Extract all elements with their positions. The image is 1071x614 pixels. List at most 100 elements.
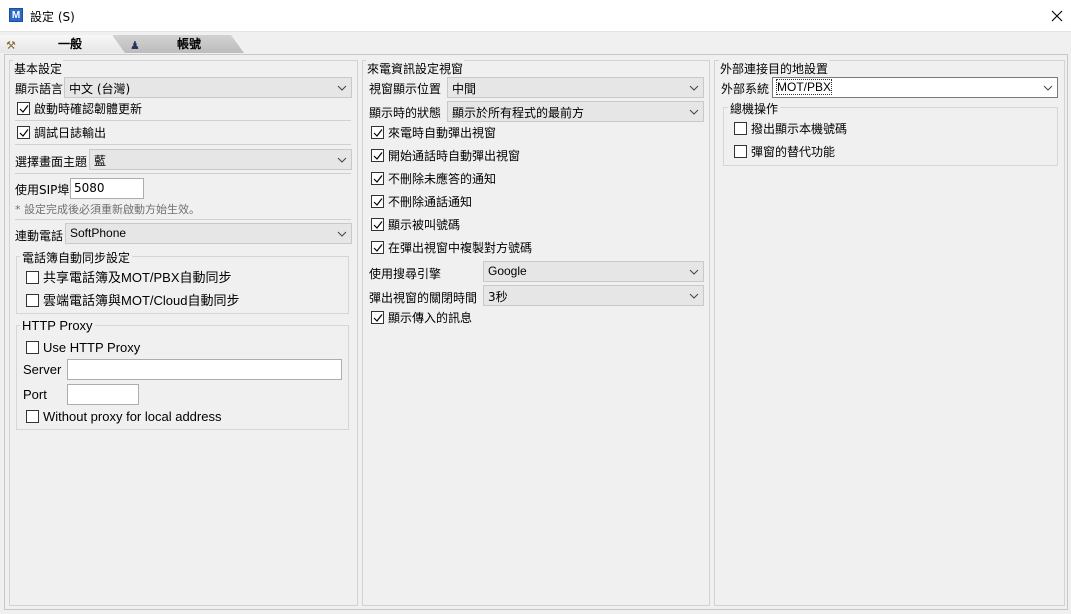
display-state-select[interactable]: 顯示於所有程式的最前方 — [447, 101, 704, 122]
check-icon — [373, 175, 383, 183]
title-bar: M 設定 (S) — [0, 0, 1071, 32]
language-value: 中文 (台灣) — [69, 82, 131, 96]
theme-select[interactable]: 藍 — [89, 149, 352, 170]
tab-general[interactable]: ⚒ 一般 — [0, 35, 125, 53]
popup-alternative-checkbox[interactable]: 彈窗的替代功能 — [734, 143, 984, 161]
close-time-value: 3秒 — [488, 290, 508, 304]
divider — [15, 173, 351, 174]
external-system-select[interactable]: MOT/PBX — [772, 77, 1058, 98]
sip-note: * 設定完成後必須重新啟動方始生效。 — [15, 203, 200, 216]
window-position-select[interactable]: 中間 — [447, 77, 704, 98]
checkbox-box — [371, 241, 384, 254]
chevron-down-icon — [689, 85, 699, 91]
checkbox-box — [26, 294, 39, 307]
chevron-down-icon — [689, 293, 699, 299]
search-engine-label: 使用搜尋引擎 — [369, 267, 442, 281]
search-engine-select[interactable]: Google — [483, 261, 704, 282]
link-phone-label: 連動電話 — [15, 229, 64, 243]
external-system-value: MOT/PBX — [775, 79, 833, 95]
keep-call-notice-checkbox[interactable]: 不刪除通話通知 — [371, 193, 671, 211]
copy-caller-number-checkbox[interactable]: 在彈出視窗中複製對方號碼 — [371, 239, 671, 257]
port-input[interactable] — [67, 384, 139, 405]
close-time-select[interactable]: 3秒 — [483, 285, 704, 306]
option-label: 顯示被叫號碼 — [388, 218, 461, 232]
chevron-down-icon — [337, 85, 347, 91]
checkbox-box — [17, 102, 30, 115]
tab-general-label: 一般 — [58, 37, 83, 51]
checkbox-box — [371, 172, 384, 185]
check-icon — [373, 129, 383, 137]
search-engine-value: Google — [488, 264, 527, 278]
checkbox-box — [26, 271, 39, 284]
use-http-proxy-checkbox[interactable]: Use HTTP Proxy — [26, 339, 226, 357]
tab-account[interactable]: ♟ 帳號 — [113, 35, 244, 53]
show-incoming-message-label: 顯示傳入的訊息 — [388, 311, 473, 325]
show-local-number-checkbox[interactable]: 撥出顯示本機號碼 — [734, 120, 984, 138]
link-phone-value: SoftPhone — [70, 226, 127, 240]
debug-log-checkbox[interactable]: 調試日誌輸出 — [17, 124, 217, 142]
option-label: 開始通話時自動彈出視窗 — [388, 149, 521, 163]
without-proxy-checkbox[interactable]: Without proxy for local address — [26, 408, 326, 426]
language-label: 顯示語言 — [15, 82, 64, 96]
window-position-label: 視窗顯示位置 — [369, 82, 442, 96]
display-state-label: 顯示時的狀態 — [369, 106, 442, 120]
checkbox-box — [371, 218, 384, 231]
tools-icon: ⚒ — [6, 39, 16, 52]
checkbox-box — [17, 126, 30, 139]
show-incoming-message-checkbox[interactable]: 顯示傳入的訊息 — [371, 309, 671, 327]
check-icon — [373, 152, 383, 160]
close-icon — [1051, 10, 1063, 22]
link-phone-select[interactable]: SoftPhone — [65, 223, 352, 244]
keep-missed-notice-checkbox[interactable]: 不刪除未應答的通知 — [371, 170, 671, 188]
server-label: Server — [23, 362, 62, 377]
sip-port-input[interactable]: 5080 — [70, 178, 144, 199]
basic-settings-title: 基本設定 — [13, 60, 64, 77]
chevron-down-icon — [689, 269, 699, 275]
server-input[interactable] — [67, 359, 342, 380]
sip-port-label: 使用SIP埠 — [15, 183, 70, 197]
check-icon — [373, 314, 383, 322]
without-proxy-label: Without proxy for local address — [43, 409, 222, 424]
checkbox-box — [734, 145, 747, 158]
external-system-label: 外部系統 — [721, 82, 770, 96]
http-proxy-title: HTTP Proxy — [20, 318, 95, 333]
close-button[interactable] — [1043, 0, 1071, 32]
show-called-number-checkbox[interactable]: 顯示被叫號碼 — [371, 216, 671, 234]
popup-alternative-label: 彈窗的替代功能 — [751, 145, 836, 159]
window-position-value: 中間 — [452, 82, 477, 96]
checkbox-box — [371, 126, 384, 139]
tab-strip: ♟ 帳號 ⚒ 一般 — [0, 33, 1071, 53]
show-local-number-label: 撥出顯示本機號碼 — [751, 122, 848, 136]
close-time-label: 彈出視窗的關閉時間 — [369, 291, 478, 305]
check-icon — [19, 105, 29, 113]
checkbox-box — [371, 195, 384, 208]
divider — [15, 219, 351, 220]
theme-label: 選擇畫面主題 — [15, 155, 88, 169]
check-update-label: 啟動時確認韌體更新 — [34, 102, 143, 116]
checkbox-box — [734, 122, 747, 135]
user-icon: ♟ — [130, 39, 140, 52]
chevron-down-icon — [337, 157, 347, 163]
cloud-phonebook-checkbox[interactable]: 雲端電話簿與MOT/Cloud自動同步 — [26, 292, 336, 310]
auto-popup-on-talk-checkbox[interactable]: 開始通話時自動彈出視窗 — [371, 147, 671, 165]
shared-phonebook-checkbox[interactable]: 共享電話簿及MOT/PBX自動同步 — [26, 269, 326, 287]
checkbox-box — [26, 341, 39, 354]
display-state-value: 顯示於所有程式的最前方 — [452, 106, 585, 120]
chevron-down-icon — [1043, 85, 1053, 91]
option-label: 不刪除通話通知 — [388, 195, 473, 209]
check-update-checkbox[interactable]: 啟動時確認韌體更新 — [17, 100, 217, 118]
app-logo-icon: M — [9, 8, 23, 22]
chevron-down-icon — [689, 109, 699, 115]
check-icon — [19, 129, 29, 137]
divider — [15, 120, 351, 121]
cloud-phonebook-label: 雲端電話簿與MOT/Cloud自動同步 — [43, 293, 240, 308]
window-title: 設定 (S) — [30, 10, 75, 24]
general-ops-title: 總機操作 — [728, 100, 781, 117]
check-icon — [373, 244, 383, 252]
language-select[interactable]: 中文 (台灣) — [64, 77, 352, 98]
external-connection-title: 外部連接目的地設置 — [719, 60, 830, 77]
incoming-call-title: 來電資訊設定視窗 — [366, 60, 465, 77]
checkbox-box — [371, 311, 384, 324]
auto-popup-on-incoming-checkbox[interactable]: 來電時自動彈出視窗 — [371, 124, 671, 142]
option-label: 來電時自動彈出視窗 — [388, 126, 497, 140]
